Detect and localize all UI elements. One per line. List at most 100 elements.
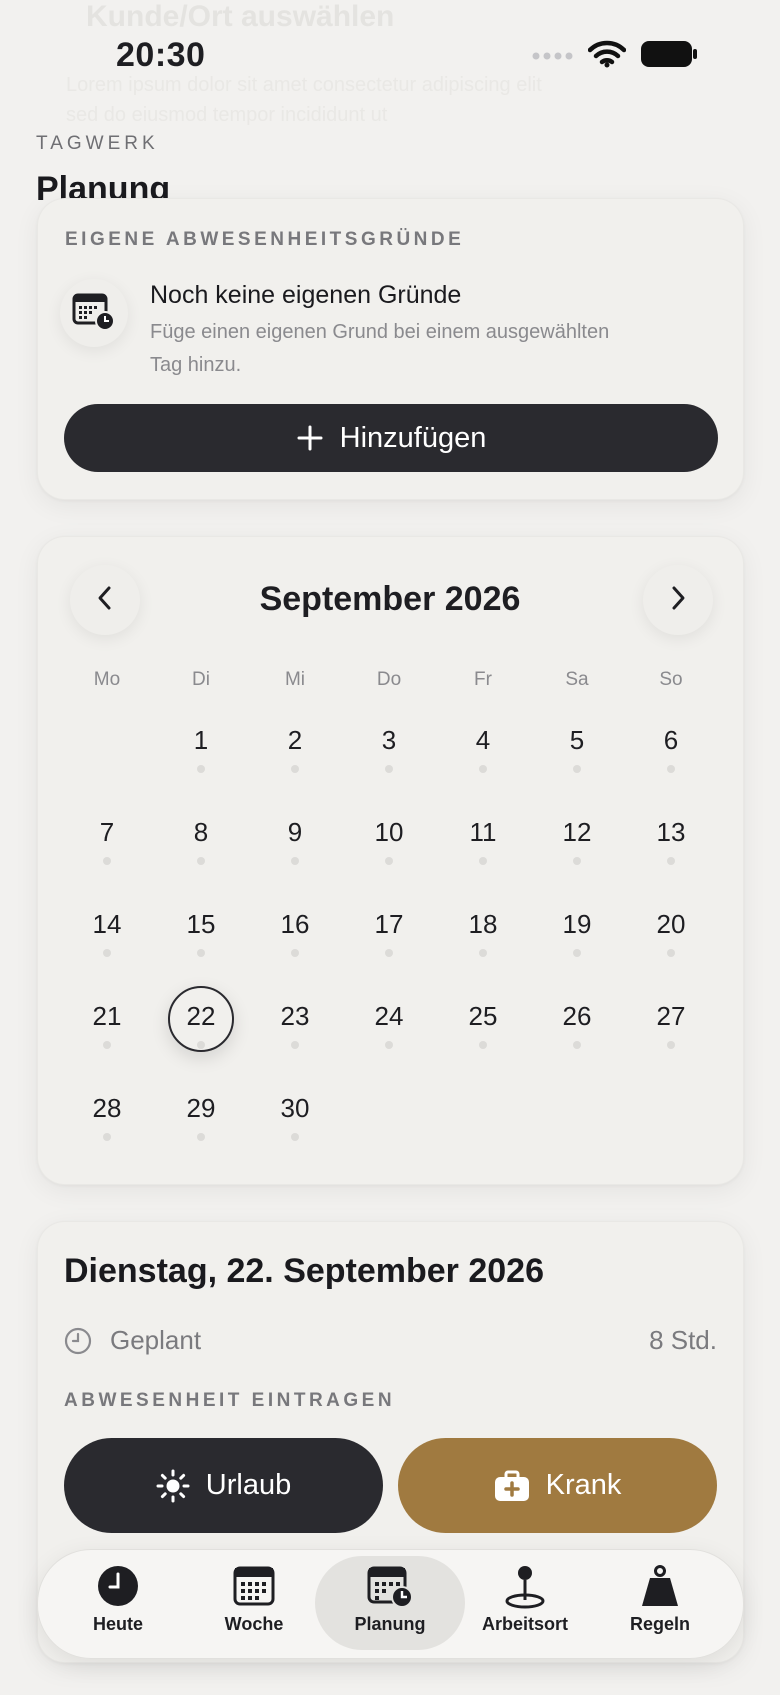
tab-regeln[interactable]: Regeln bbox=[600, 1564, 720, 1635]
calendar-day[interactable]: 28 bbox=[60, 1093, 154, 1124]
calendar-day[interactable]: 24 bbox=[342, 1001, 436, 1032]
prev-month-button[interactable] bbox=[70, 565, 140, 635]
day-status-dot bbox=[385, 857, 393, 865]
calendar-day[interactable]: 21 bbox=[60, 1001, 154, 1032]
weekday-label: Fr bbox=[474, 669, 492, 690]
day-status-dot bbox=[479, 949, 487, 957]
day-status-dot bbox=[573, 1041, 581, 1049]
tab-woche[interactable]: Woche bbox=[194, 1564, 314, 1635]
calendar-day[interactable]: 2 bbox=[248, 725, 342, 756]
empty-state-icon-wrap bbox=[60, 279, 128, 347]
tab-regeln-label: Regeln bbox=[629, 1614, 690, 1634]
calendar-day[interactable]: 23 bbox=[248, 1001, 342, 1032]
day-status-dot bbox=[385, 1041, 393, 1049]
wifi-icon bbox=[587, 40, 627, 73]
calendar-day[interactable]: 30 bbox=[248, 1093, 342, 1124]
day-status-dot bbox=[197, 1041, 205, 1049]
sick-label: Krank bbox=[545, 1469, 622, 1501]
day-status-dot bbox=[291, 765, 299, 773]
calendar-day[interactable]: 18 bbox=[436, 909, 530, 940]
day-status-dot bbox=[103, 1041, 111, 1049]
chevron-right-icon bbox=[668, 584, 688, 617]
calendar-day[interactable]: 19 bbox=[530, 909, 624, 940]
month-label: September 2026 bbox=[259, 580, 521, 618]
calendar-day[interactable]: 26 bbox=[530, 1001, 624, 1032]
calendar-day[interactable]: 12 bbox=[530, 817, 624, 848]
weekday-label: Mo bbox=[93, 669, 121, 690]
day-status-dot bbox=[573, 857, 581, 865]
calendar-day[interactable]: 17 bbox=[342, 909, 436, 940]
clock-icon bbox=[58, 1564, 178, 1608]
calendar-day[interactable]: 16 bbox=[248, 909, 342, 940]
tab-woche-label: Woche bbox=[224, 1614, 284, 1634]
battery-icon bbox=[640, 40, 698, 73]
calendar-day[interactable]: 29 bbox=[154, 1093, 248, 1124]
day-status-dot bbox=[291, 949, 299, 957]
custom-reasons-section-label: EIGENE ABWESENHEITSGRÜNDE bbox=[65, 229, 465, 250]
weekday-label: Sa bbox=[565, 669, 589, 690]
next-month-button[interactable] bbox=[643, 565, 713, 635]
day-status-dot bbox=[103, 1133, 111, 1141]
status-icons bbox=[532, 40, 698, 73]
day-status-dot bbox=[103, 857, 111, 865]
day-status-dot bbox=[573, 949, 581, 957]
calendar-day[interactable]: 20 bbox=[624, 909, 718, 940]
sick-button[interactable]: Krank bbox=[398, 1438, 717, 1533]
vacation-button[interactable]: Urlaub bbox=[64, 1438, 383, 1533]
add-reason-button[interactable]: Hinzufügen bbox=[64, 404, 718, 472]
clock-outline-icon bbox=[64, 1327, 92, 1360]
calendar-day[interactable]: 4 bbox=[436, 725, 530, 756]
planned-hours: 8 Std. bbox=[649, 1325, 717, 1355]
day-status-dot bbox=[197, 857, 205, 865]
calendar-day[interactable]: 9 bbox=[248, 817, 342, 848]
add-reason-label: Hinzufügen bbox=[339, 421, 487, 454]
selected-date-title: Dienstag, 22. September 2026 bbox=[64, 1252, 545, 1290]
calendar-day[interactable]: 7 bbox=[60, 817, 154, 848]
vacation-label: Urlaub bbox=[205, 1469, 292, 1501]
day-status-dot bbox=[197, 1133, 205, 1141]
calendar-day[interactable]: 1 bbox=[154, 725, 248, 756]
calendar-day[interactable]: 10 bbox=[342, 817, 436, 848]
plus-icon bbox=[296, 424, 324, 452]
chevron-left-icon bbox=[95, 584, 115, 617]
calendar-day[interactable]: 5 bbox=[530, 725, 624, 756]
weight-icon bbox=[600, 1564, 720, 1608]
weekday-label: So bbox=[659, 669, 683, 690]
tab-heute[interactable]: Heute bbox=[58, 1564, 178, 1635]
empty-state-text-1: Füge einen eigenen Grund bei einem ausge… bbox=[150, 321, 610, 343]
tab-arbeitsort[interactable]: Arbeitsort bbox=[465, 1564, 585, 1635]
calendar-day[interactable]: 27 bbox=[624, 1001, 718, 1032]
empty-state-text-2: Tag hinzu. bbox=[150, 354, 242, 376]
day-status-dot bbox=[385, 949, 393, 957]
app-name: TAGWERK bbox=[36, 133, 159, 154]
tab-planung-label: Planung bbox=[354, 1614, 426, 1634]
calendar-day[interactable]: 6 bbox=[624, 725, 718, 756]
calendar-day[interactable]: 3 bbox=[342, 725, 436, 756]
location-pin-icon bbox=[465, 1564, 585, 1609]
day-status-dot bbox=[291, 857, 299, 865]
empty-state-title: Noch keine eigenen Gründe bbox=[150, 281, 462, 309]
day-status-dot bbox=[667, 765, 675, 773]
day-status-dot bbox=[291, 1041, 299, 1049]
calendar-day[interactable]: 14 bbox=[60, 909, 154, 940]
ghost-line-2: sed do eiusmod tempor incididunt ut bbox=[66, 104, 388, 126]
planned-label: Geplant bbox=[110, 1325, 202, 1355]
calendar-day-selected[interactable]: 22 bbox=[154, 1001, 248, 1032]
calendar-clock-icon bbox=[72, 291, 116, 336]
weekday-label: Do bbox=[376, 669, 402, 690]
calendar-day[interactable]: 11 bbox=[436, 817, 530, 848]
tab-arbeitsort-label: Arbeitsort bbox=[481, 1614, 568, 1634]
calendar-clock-icon bbox=[330, 1564, 450, 1608]
calendar-day[interactable]: 13 bbox=[624, 817, 718, 848]
calendar-day[interactable]: 25 bbox=[436, 1001, 530, 1032]
tab-planung[interactable]: Planung bbox=[330, 1564, 450, 1635]
calendar-grid-icon bbox=[194, 1564, 314, 1608]
day-status-dot bbox=[667, 1041, 675, 1049]
calendar-day[interactable]: 15 bbox=[154, 909, 248, 940]
calendar-day[interactable]: 8 bbox=[154, 817, 248, 848]
day-status-dot bbox=[573, 765, 581, 773]
status-time: 20:30 bbox=[116, 36, 206, 74]
sun-icon bbox=[156, 1469, 190, 1503]
day-status-dot bbox=[479, 765, 487, 773]
custom-reasons-card: EIGENE ABWESENHEITSGRÜNDE Noch keine eig… bbox=[37, 198, 744, 500]
